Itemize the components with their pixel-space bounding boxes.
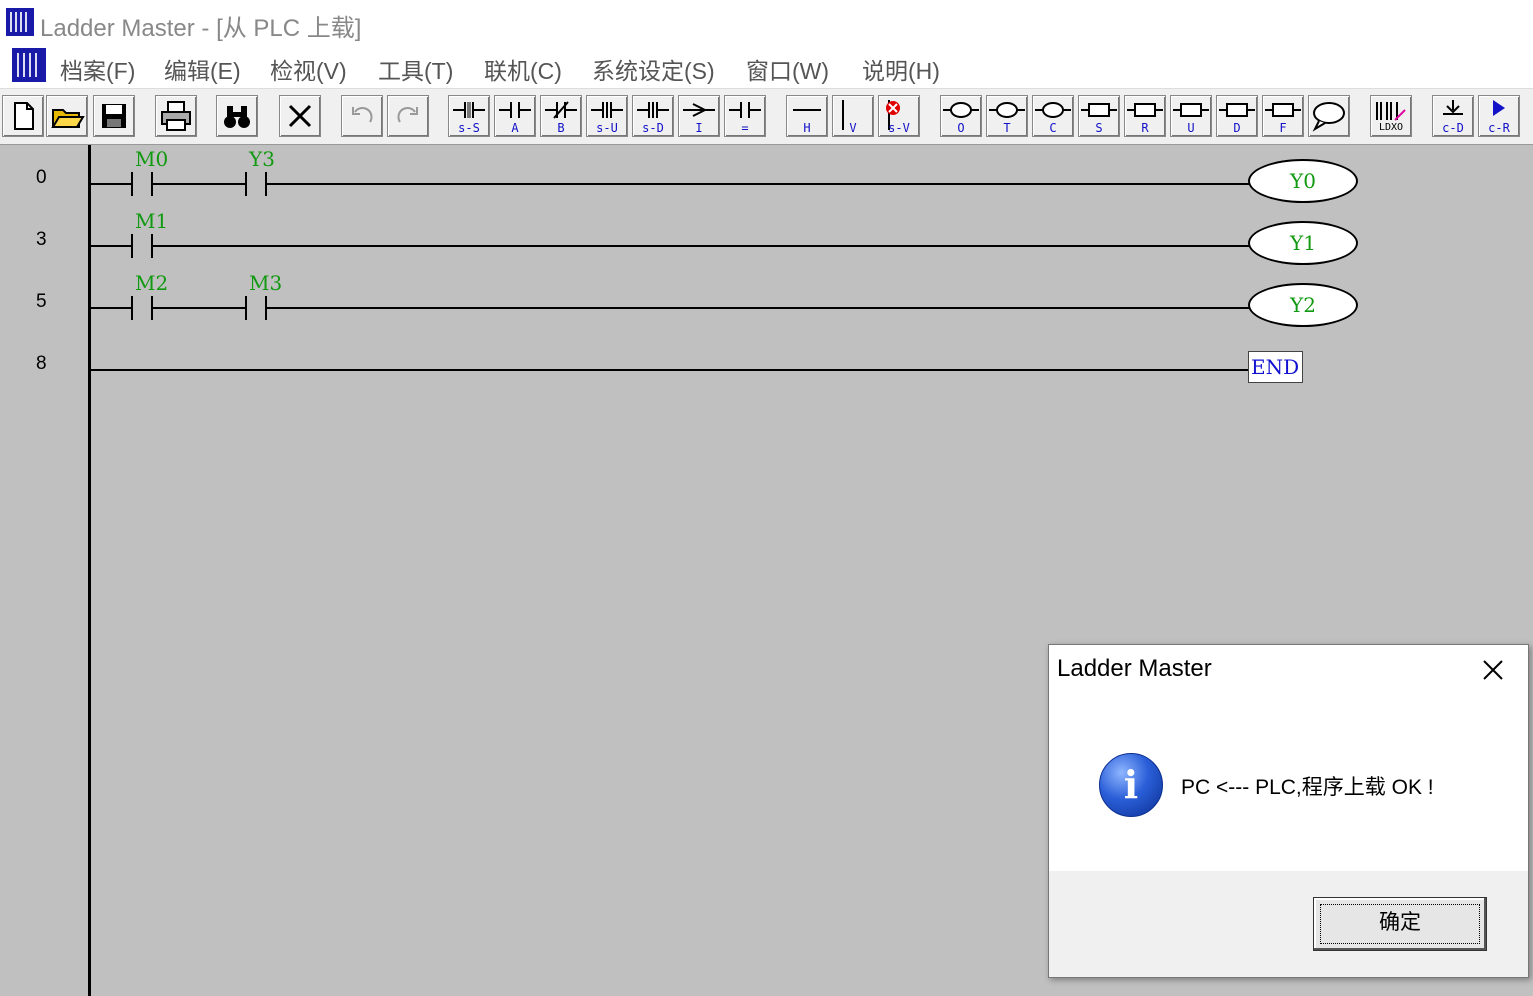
tool-label: A	[511, 121, 519, 135]
contact-label[interactable]: Y3	[249, 147, 275, 171]
contact-s-d-button[interactable]: s-D	[632, 95, 674, 137]
ok-button-label: 确定	[1379, 911, 1421, 934]
output-coil[interactable]: Y0	[1248, 159, 1358, 203]
invert-i-button[interactable]: I	[678, 95, 720, 137]
dialog-title: Ladder Master	[1057, 655, 1212, 682]
cursor-right-button[interactable]: c-R	[1478, 95, 1520, 137]
window-title: Ladder Master - [从 PLC 上载]	[40, 15, 362, 42]
delete-button[interactable]	[279, 95, 321, 137]
message-dialog: Ladder Master i PC <--- PLC,程序上载 OK ! 确定	[1048, 644, 1529, 978]
contact-s-u-button[interactable]: s-U	[586, 95, 628, 137]
menu-file[interactable]: 档案(F)	[60, 52, 135, 86]
menu-window[interactable]: 窗口(W)	[746, 52, 829, 86]
tool-label: I	[695, 121, 703, 135]
tool-label: O	[957, 121, 965, 135]
tool-label: s-V	[888, 121, 910, 135]
comment-button[interactable]	[1308, 95, 1350, 137]
menu-bar: 档案(F) 编辑(E) 检视(V) 工具(T) 联机(C) 系统设定(S) 窗口…	[0, 44, 1533, 89]
output-coil-button[interactable]: O	[940, 95, 982, 137]
redo-button[interactable]	[387, 95, 429, 137]
undo-icon	[352, 107, 373, 123]
tool-label: H	[803, 121, 811, 135]
menu-edit[interactable]: 编辑(E)	[164, 52, 241, 86]
speech-bubble-icon	[1312, 102, 1345, 132]
printer-icon	[161, 101, 191, 131]
redo-icon	[397, 107, 418, 123]
vertical-line-button[interactable]: V	[832, 95, 874, 137]
contact-label[interactable]: M3	[249, 271, 282, 295]
menu-view[interactable]: 检视(V)	[270, 52, 347, 86]
set-button[interactable]: S	[1078, 95, 1120, 137]
tool-label: s-U	[596, 121, 618, 135]
function-button[interactable]: F	[1262, 95, 1304, 137]
undo-button[interactable]	[341, 95, 383, 137]
cursor-down-button[interactable]: c-D	[1432, 95, 1474, 137]
step-number: 5	[36, 291, 47, 312]
binoculars-icon	[224, 106, 250, 128]
print-button[interactable]	[155, 95, 197, 137]
compare-button[interactable]: =	[724, 95, 766, 137]
save-button[interactable]	[93, 95, 135, 137]
tool-label: s-D	[642, 121, 664, 135]
contact-a-button[interactable]: A	[494, 95, 536, 137]
tool-label: R	[1141, 121, 1149, 135]
contact-label[interactable]: M1	[135, 209, 168, 233]
tool-label: c-D	[1442, 121, 1464, 135]
tool-label: LDXO	[1378, 122, 1404, 133]
new-file-icon	[14, 102, 34, 130]
horizontal-line-button[interactable]: H	[786, 95, 828, 137]
new-file-button[interactable]	[2, 95, 44, 137]
tool-label: c-R	[1488, 121, 1510, 135]
dialog-message: PC <--- PLC,程序上载 OK !	[1181, 776, 1434, 799]
pulse-down-button[interactable]: D	[1216, 95, 1258, 137]
pulse-up-button[interactable]: U	[1170, 95, 1212, 137]
menu-help[interactable]: 说明(H)	[862, 52, 940, 86]
step-number: 0	[36, 167, 47, 188]
ok-button[interactable]: 确定	[1313, 897, 1487, 951]
app-icon[interactable]	[6, 8, 34, 36]
dialog-footer: 确定	[1049, 871, 1528, 977]
ldxo-button[interactable]: LDXO	[1370, 95, 1412, 137]
contact-label[interactable]: M0	[135, 147, 168, 171]
delete-vertical-line-button[interactable]: s-V	[878, 95, 920, 137]
contact-b-button[interactable]: B	[540, 95, 582, 137]
tool-label: s-S	[458, 121, 480, 135]
toolbar: s-S A B s-U s-D I = H V s-V O T C S R U …	[0, 89, 1533, 146]
contact-label[interactable]: M2	[135, 271, 168, 295]
step-number: 3	[36, 229, 47, 250]
tool-label: C	[1049, 121, 1057, 135]
tool-label: =	[741, 121, 749, 135]
contact-s-s-button[interactable]: s-S	[448, 95, 490, 137]
menu-tools[interactable]: 工具(T)	[378, 52, 453, 86]
close-icon	[1483, 660, 1503, 680]
menu-settings[interactable]: 系统设定(S)	[592, 52, 715, 86]
tool-label: F	[1279, 121, 1287, 135]
output-coil[interactable]: Y2	[1248, 283, 1358, 327]
tool-label: U	[1187, 121, 1195, 135]
step-number: 8	[36, 353, 47, 374]
tool-label: T	[1003, 121, 1011, 135]
close-button[interactable]	[1476, 653, 1510, 687]
floppy-icon	[102, 104, 126, 128]
tool-label: V	[849, 121, 857, 135]
reset-button[interactable]: R	[1124, 95, 1166, 137]
tool-label: S	[1095, 121, 1103, 135]
tool-label: B	[557, 121, 565, 135]
tool-label: D	[1233, 121, 1241, 135]
info-icon: i	[1099, 753, 1163, 817]
output-coil[interactable]: Y1	[1248, 221, 1358, 265]
timer-button[interactable]: T	[986, 95, 1028, 137]
open-button[interactable]	[46, 95, 88, 137]
title-bar: Ladder Master - [从 PLC 上载]	[0, 0, 1533, 44]
menu-connect[interactable]: 联机(C)	[484, 52, 562, 86]
find-button[interactable]	[216, 95, 258, 137]
counter-button[interactable]: C	[1032, 95, 1074, 137]
delete-x-icon	[288, 104, 312, 128]
end-instruction[interactable]: END	[1248, 351, 1303, 383]
open-folder-icon	[51, 109, 85, 128]
document-icon[interactable]	[12, 48, 46, 82]
